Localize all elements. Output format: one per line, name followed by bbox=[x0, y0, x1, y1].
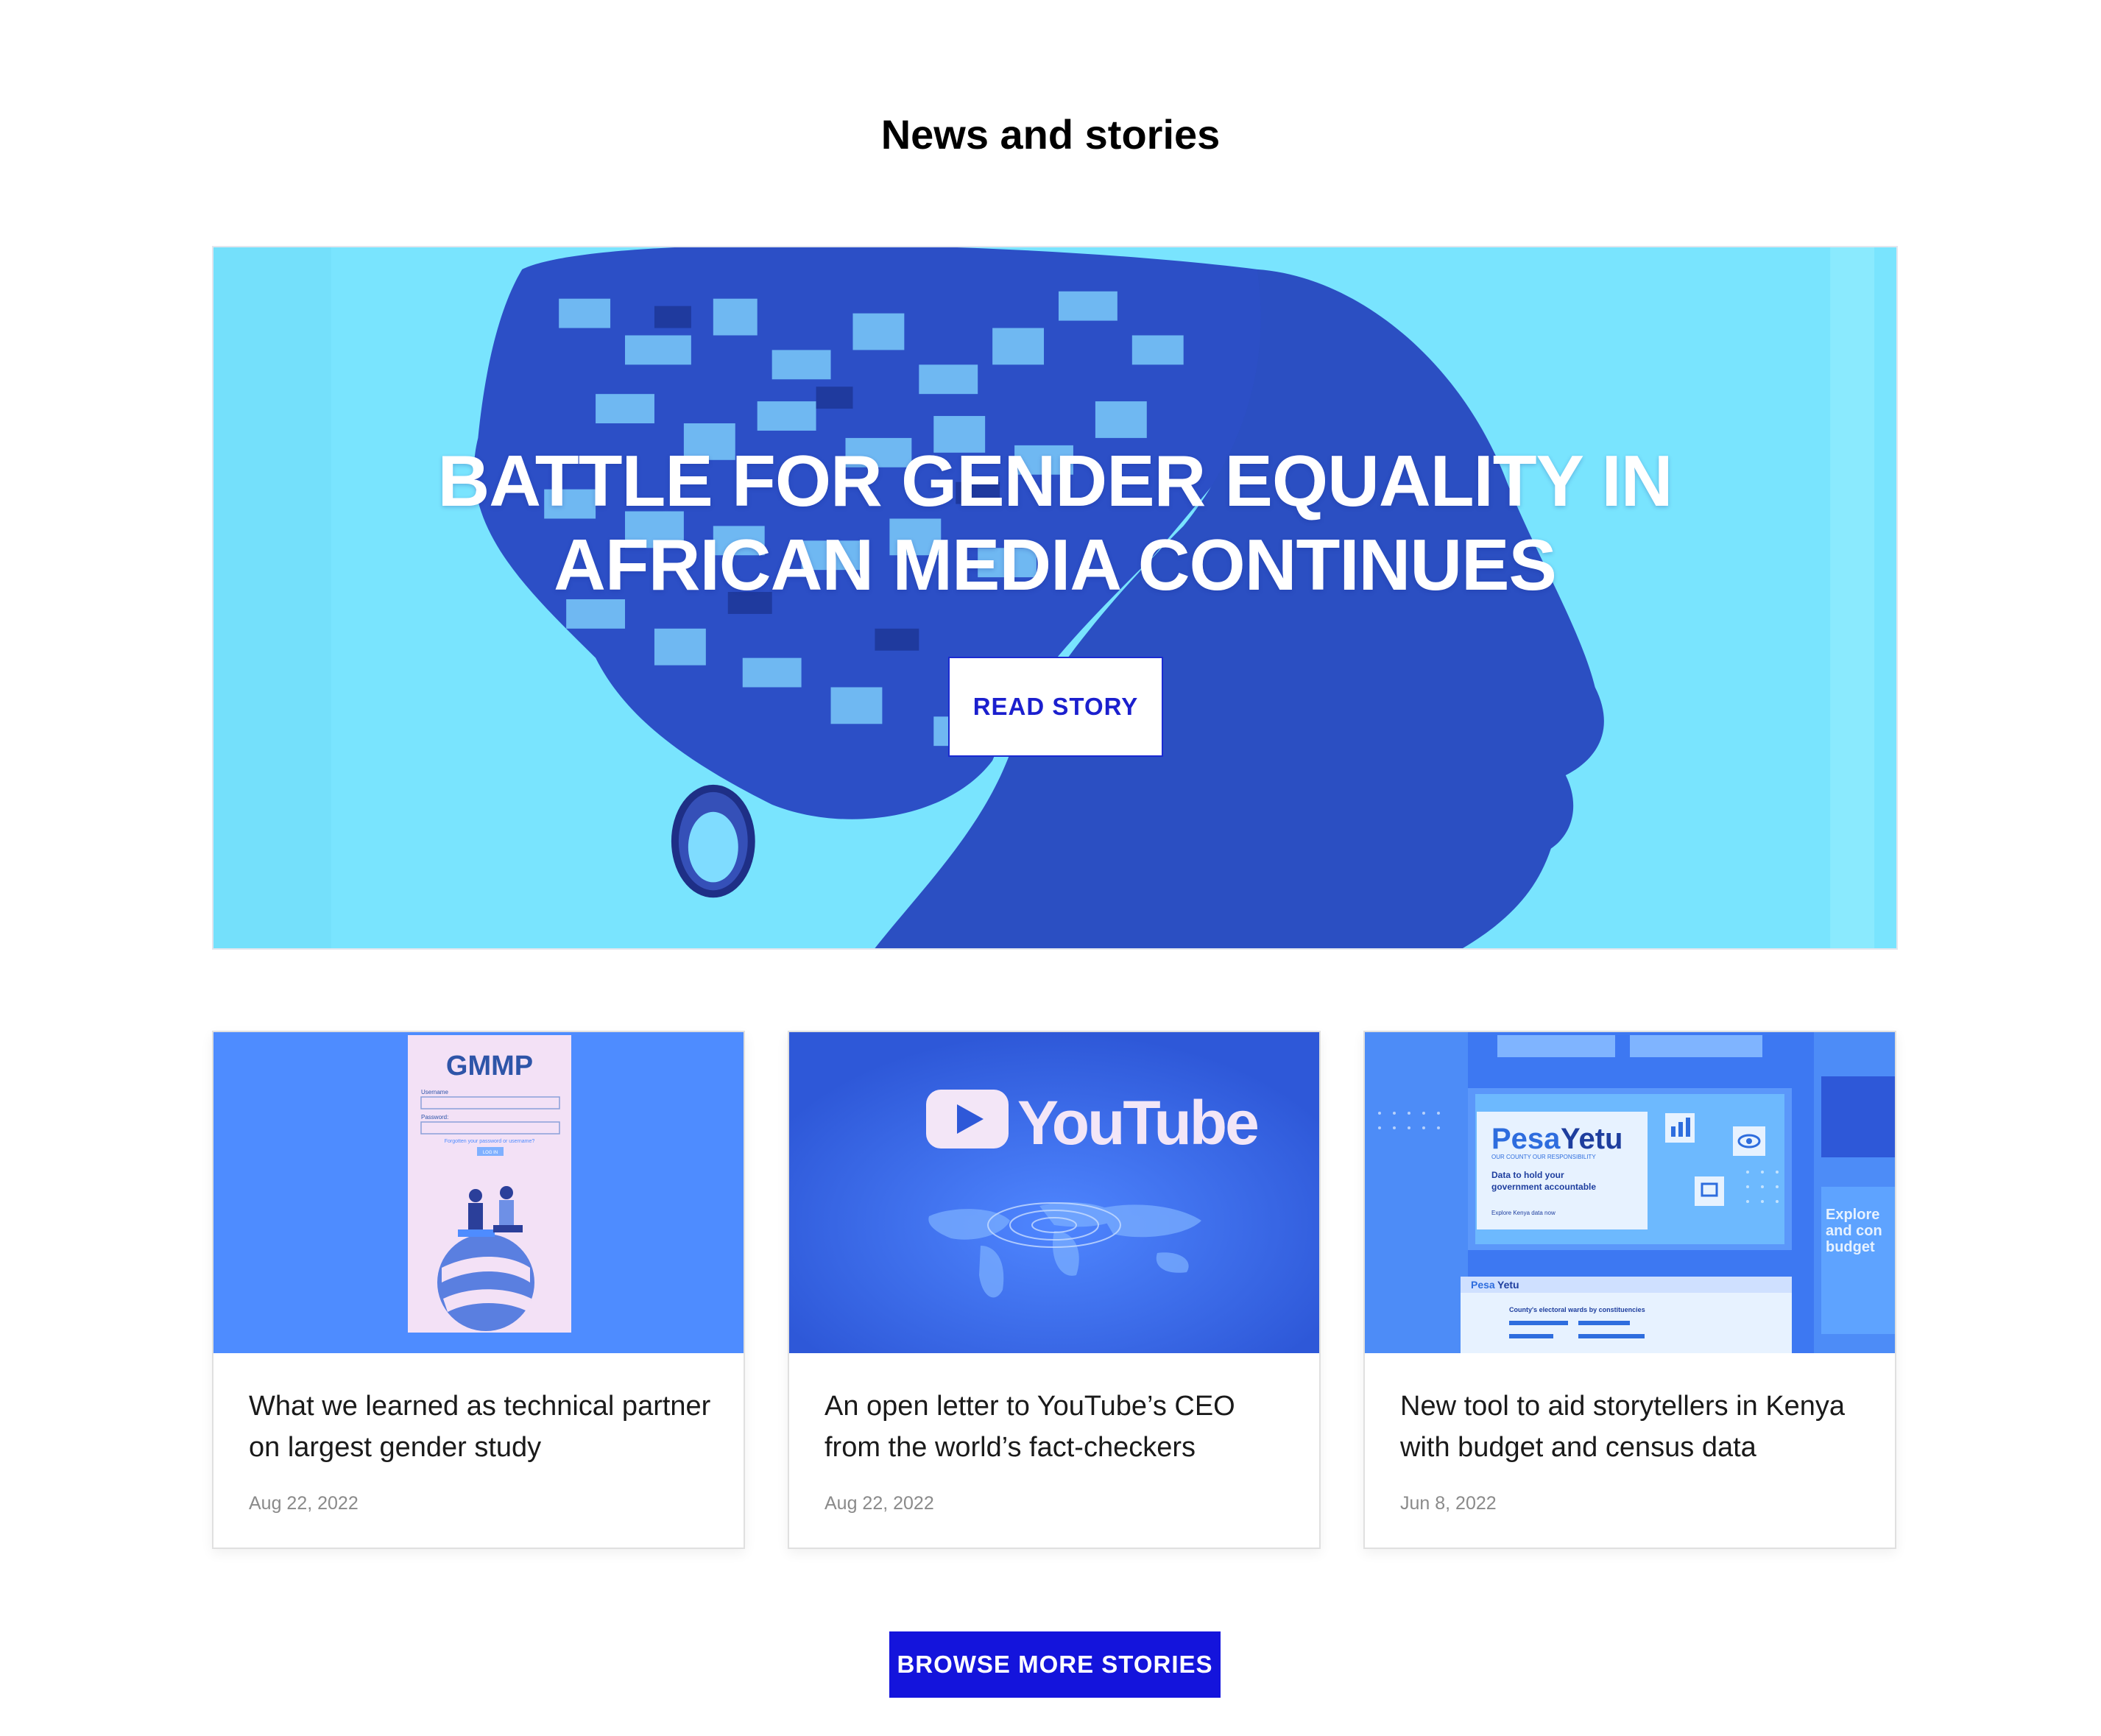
svg-text:Username: Username bbox=[421, 1089, 448, 1095]
svg-text:County's electoral wards by co: County's electoral wards by constituenci… bbox=[1509, 1306, 1645, 1313]
card-title[interactable]: An open letter to YouTube’s CEO from the… bbox=[824, 1386, 1296, 1468]
card-title[interactable]: What we learned as technical partner on … bbox=[249, 1386, 720, 1468]
youtube-world-image: YouTube bbox=[789, 1032, 1319, 1353]
hero-title: BATTLE FOR GENDER EQUALITY IN AFRICAN ME… bbox=[213, 439, 1896, 607]
story-card-pesayetu[interactable]: Pesa Yetu OUR COUNTY OUR RESPONSIBILITY … bbox=[1363, 1031, 1896, 1549]
svg-text:budget: budget bbox=[1826, 1239, 1875, 1255]
pesayetu-logo-a: Pesa bbox=[1491, 1123, 1561, 1155]
pesayetu-collage-image: Pesa Yetu OUR COUNTY OUR RESPONSIBILITY … bbox=[1365, 1032, 1895, 1353]
story-card-gmmp[interactable]: GMMP Username Password: Forgotten your p… bbox=[212, 1031, 745, 1549]
hero-title-line-2: AFRICAN MEDIA CONTINUES bbox=[554, 524, 1557, 605]
gmmp-login-image: GMMP Username Password: Forgotten your p… bbox=[213, 1032, 744, 1353]
read-story-button[interactable]: READ STORY bbox=[948, 657, 1163, 757]
card-title[interactable]: New tool to aid storytellers in Kenya wi… bbox=[1400, 1386, 1871, 1468]
card-date: Aug 22, 2022 bbox=[824, 1493, 934, 1514]
svg-text:Data to hold your: Data to hold your bbox=[1491, 1170, 1564, 1180]
youtube-logo: YouTube bbox=[1017, 1088, 1257, 1157]
card-thumbnail: YouTube bbox=[789, 1032, 1319, 1353]
section-title: News and stories bbox=[880, 111, 1221, 158]
card-date: Jun 8, 2022 bbox=[1400, 1493, 1497, 1514]
svg-text:Explore: Explore bbox=[1826, 1207, 1879, 1223]
hero-banner[interactable]: BATTLE FOR GENDER EQUALITY IN AFRICAN ME… bbox=[212, 246, 1898, 950]
card-thumbnail: GMMP Username Password: Forgotten your p… bbox=[213, 1032, 744, 1353]
svg-text:Password:: Password: bbox=[421, 1114, 448, 1121]
svg-text:Forgotten your password or use: Forgotten your password or username? bbox=[445, 1139, 535, 1144]
browse-more-stories-button[interactable]: BROWSE MORE STORIES bbox=[889, 1631, 1221, 1698]
card-date: Aug 22, 2022 bbox=[249, 1493, 359, 1514]
svg-text:Explore Kenya data now: Explore Kenya data now bbox=[1491, 1210, 1556, 1216]
story-card-youtube[interactable]: YouTube An open letter to YouTube’s CEO bbox=[788, 1031, 1321, 1549]
svg-text:Pesa: Pesa bbox=[1471, 1279, 1495, 1291]
svg-text:and con: and con bbox=[1826, 1223, 1882, 1239]
pesayetu-logo-b: Yetu bbox=[1561, 1123, 1622, 1155]
hero-title-line-1: BATTLE FOR GENDER EQUALITY IN bbox=[437, 440, 1673, 521]
news-section: News and stories BATTLE FOR GENDER EQUAL… bbox=[0, 0, 2101, 1736]
gmmp-logo: GMMP bbox=[446, 1051, 533, 1082]
svg-text:OUR COUNTY OUR RESPONSIBILITY: OUR COUNTY OUR RESPONSIBILITY bbox=[1491, 1154, 1596, 1160]
card-thumbnail: Pesa Yetu OUR COUNTY OUR RESPONSIBILITY … bbox=[1365, 1032, 1895, 1353]
svg-text:LOG IN: LOG IN bbox=[483, 1151, 498, 1155]
svg-text:government accountable: government accountable bbox=[1491, 1182, 1596, 1192]
svg-text:Yetu: Yetu bbox=[1497, 1279, 1519, 1291]
